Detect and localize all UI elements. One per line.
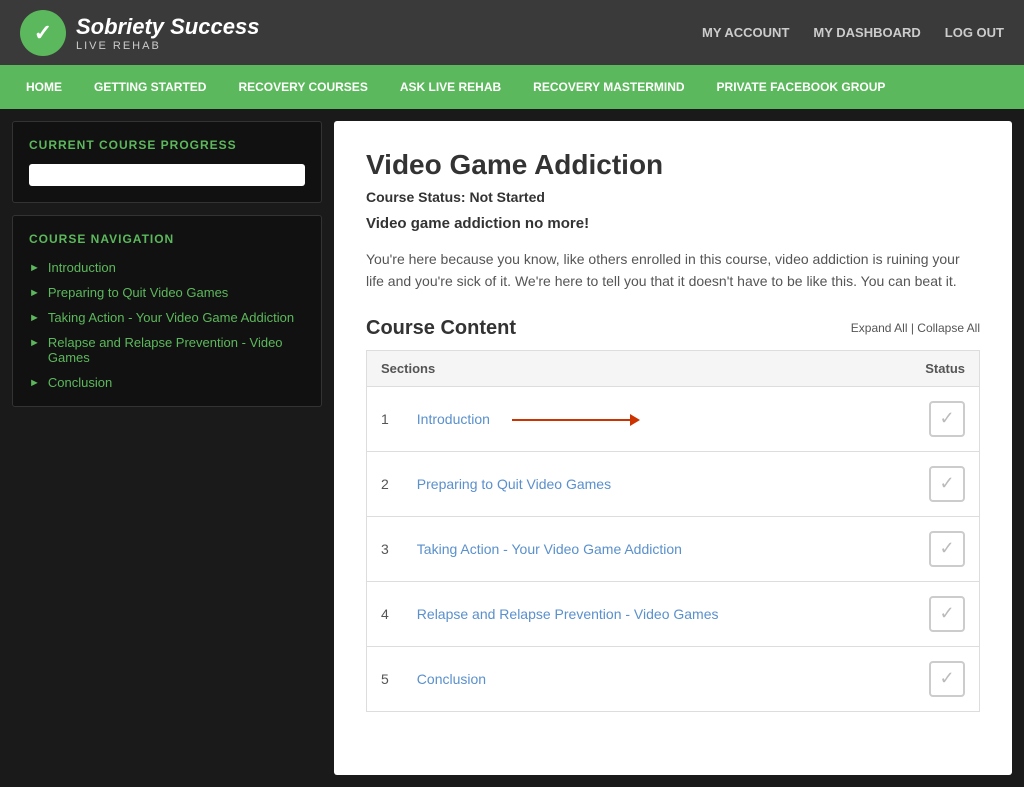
row-section: Preparing to Quit Video Games	[403, 451, 911, 516]
row-section: Taking Action - Your Video Game Addictio…	[403, 516, 911, 581]
expand-collapse-controls: Expand All | Collapse All	[851, 321, 980, 335]
brand-name: Sobriety Success	[76, 14, 259, 40]
course-title: Video Game Addiction	[366, 149, 980, 181]
my-account-link[interactable]: MY ACCOUNT	[702, 25, 789, 40]
course-nav-title: COURSE NAVIGATION	[29, 232, 305, 246]
table-row: 2 Preparing to Quit Video Games ✓	[367, 451, 980, 516]
logo-icon: ✓	[20, 10, 66, 56]
nav-item-label: Taking Action - Your Video Game Addictio…	[48, 310, 294, 325]
nav-arrow-icon: ►	[29, 287, 40, 299]
main-navbar: HOME GETTING STARTED RECOVERY COURSES AS…	[0, 65, 1024, 109]
nav-item-preparing[interactable]: ► Preparing to Quit Video Games	[29, 285, 305, 300]
nav-arrow-icon: ►	[29, 312, 40, 324]
status-label: Course Status:	[366, 189, 466, 205]
brand-tagline: LIVE REHAB	[76, 40, 259, 52]
row-number: 3	[367, 516, 403, 581]
log-out-link[interactable]: LOG OUT	[945, 25, 1004, 40]
collapse-all-link[interactable]: Collapse All	[917, 321, 980, 335]
arrow-line	[512, 419, 632, 421]
red-arrow	[500, 411, 640, 427]
nav-recovery-mastermind[interactable]: RECOVERY MASTERMIND	[517, 65, 700, 109]
section-label: Introduction	[417, 411, 490, 427]
progress-bar-background	[29, 164, 305, 186]
row-number: 2	[367, 451, 403, 516]
nav-home[interactable]: HOME	[10, 65, 78, 109]
header-nav: MY ACCOUNT MY DASHBOARD LOG OUT	[702, 25, 1004, 40]
sidebar: CURRENT COURSE PROGRESS COURSE NAVIGATIO…	[12, 121, 322, 775]
table-row: 3 Taking Action - Your Video Game Addict…	[367, 516, 980, 581]
check-icon[interactable]: ✓	[929, 661, 965, 697]
course-status: Course Status: Not Started	[366, 189, 980, 205]
section-label: Relapse and Relapse Prevention - Video G…	[417, 606, 719, 622]
table-row: 1 Introduction ✓	[367, 386, 980, 451]
check-cell: ✓	[911, 581, 979, 646]
main-layout: CURRENT COURSE PROGRESS COURSE NAVIGATIO…	[0, 109, 1024, 787]
progress-box: CURRENT COURSE PROGRESS	[12, 121, 322, 203]
section-link-preparing[interactable]: Preparing to Quit Video Games	[417, 476, 897, 492]
section-link-conclusion[interactable]: Conclusion	[417, 671, 897, 687]
row-section: Relapse and Relapse Prevention - Video G…	[403, 581, 911, 646]
nav-item-relapse[interactable]: ► Relapse and Relapse Prevention - Video…	[29, 335, 305, 365]
nav-item-conclusion[interactable]: ► Conclusion	[29, 375, 305, 390]
row-number: 1	[367, 386, 403, 451]
course-content-table: Sections Status 1 Introduction	[366, 350, 980, 712]
check-cell: ✓	[911, 516, 979, 581]
nav-item-label: Conclusion	[48, 375, 112, 390]
row-section: Introduction	[403, 386, 911, 451]
section-link-taking-action[interactable]: Taking Action - Your Video Game Addictio…	[417, 541, 897, 557]
row-number: 5	[367, 646, 403, 711]
check-cell: ✓	[911, 646, 979, 711]
logo-area: ✓ Sobriety Success LIVE REHAB	[20, 10, 259, 56]
course-description: You're here because you know, like other…	[366, 248, 980, 293]
check-icon[interactable]: ✓	[929, 596, 965, 632]
row-number: 4	[367, 581, 403, 646]
table-row: 5 Conclusion ✓	[367, 646, 980, 711]
row-section: Conclusion	[403, 646, 911, 711]
nav-item-label: Relapse and Relapse Prevention - Video G…	[48, 335, 305, 365]
nav-item-taking-action[interactable]: ► Taking Action - Your Video Game Addict…	[29, 310, 305, 325]
section-label: Taking Action - Your Video Game Addictio…	[417, 541, 682, 557]
nav-item-label: Introduction	[48, 260, 116, 275]
nav-arrow-icon: ►	[29, 337, 40, 349]
nav-ask-live-rehab[interactable]: ASK LIVE REHAB	[384, 65, 517, 109]
nav-arrow-icon: ►	[29, 262, 40, 274]
col-sections: Sections	[367, 350, 912, 386]
section-label: Preparing to Quit Video Games	[417, 476, 611, 492]
nav-getting-started[interactable]: GETTING STARTED	[78, 65, 222, 109]
site-header: ✓ Sobriety Success LIVE REHAB MY ACCOUNT…	[0, 0, 1024, 65]
course-content-header: Course Content Expand All | Collapse All	[366, 317, 980, 340]
nav-recovery-courses[interactable]: RECOVERY COURSES	[222, 65, 383, 109]
check-icon[interactable]: ✓	[929, 401, 965, 437]
course-tagline: Video game addiction no more!	[366, 215, 980, 232]
course-nav-box: COURSE NAVIGATION ► Introduction ► Prepa…	[12, 215, 322, 407]
status-value: Not Started	[469, 189, 544, 205]
check-cell: ✓	[911, 451, 979, 516]
check-icon[interactable]: ✓	[929, 531, 965, 567]
my-dashboard-link[interactable]: MY DASHBOARD	[813, 25, 920, 40]
course-nav-list: ► Introduction ► Preparing to Quit Video…	[29, 260, 305, 390]
expand-all-link[interactable]: Expand All	[851, 321, 908, 335]
nav-item-introduction[interactable]: ► Introduction	[29, 260, 305, 275]
progress-title: CURRENT COURSE PROGRESS	[29, 138, 305, 152]
nav-private-facebook-group[interactable]: PRIVATE FACEBOOK GROUP	[701, 65, 902, 109]
logo-text: Sobriety Success LIVE REHAB	[76, 14, 259, 52]
section-link-introduction[interactable]: Introduction	[417, 411, 897, 427]
col-status: Status	[911, 350, 979, 386]
check-icon[interactable]: ✓	[929, 466, 965, 502]
course-content-title: Course Content	[366, 317, 516, 340]
nav-arrow-icon: ►	[29, 377, 40, 389]
section-link-relapse[interactable]: Relapse and Relapse Prevention - Video G…	[417, 606, 897, 622]
nav-item-label: Preparing to Quit Video Games	[48, 285, 228, 300]
check-cell: ✓	[911, 386, 979, 451]
arrow-head	[630, 414, 640, 426]
table-row: 4 Relapse and Relapse Prevention - Video…	[367, 581, 980, 646]
section-label: Conclusion	[417, 671, 486, 687]
content-area: Video Game Addiction Course Status: Not …	[334, 121, 1012, 775]
